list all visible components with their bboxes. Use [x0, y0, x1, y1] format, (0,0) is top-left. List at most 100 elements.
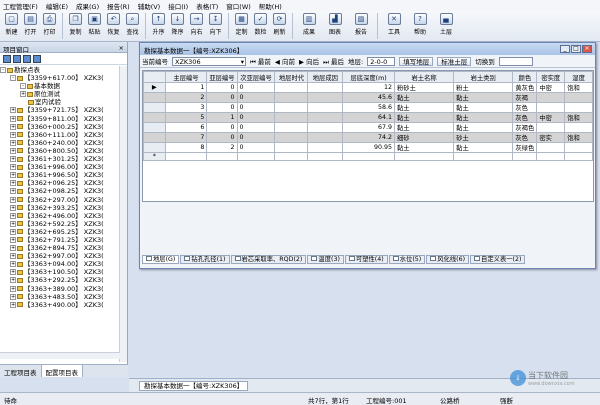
column-header[interactable]: 主层编号 [164, 71, 208, 83]
toolbar-button-chart[interactable]: ▟ 图表 [322, 13, 348, 36]
table-cell[interactable]: 黏土 [453, 102, 514, 113]
table-cell[interactable]: 粉土 [453, 82, 514, 93]
expand-icon[interactable]: + [10, 293, 16, 300]
expand-icon[interactable]: + [10, 228, 16, 235]
menu-item[interactable]: 编辑(E) [46, 1, 68, 11]
tree-node[interactable]: + 【3363+094.00】 XZK3( [0, 260, 120, 268]
expand-icon[interactable]: + [10, 204, 16, 211]
table-cell[interactable]: 中密 [536, 82, 566, 93]
table-cell[interactable]: 黏土 [453, 112, 514, 123]
tree-node[interactable]: - 【3359+617.00】 XZK3( [0, 74, 120, 82]
tab-config-table[interactable]: 配置项目表 [41, 365, 83, 377]
tree-node[interactable]: + 【3361+996.00】 XZK3( [0, 163, 120, 171]
close-window-icon[interactable]: × [582, 45, 592, 53]
tree-tool-icon[interactable] [13, 54, 21, 63]
tree-node[interactable]: + 【3363+389.00】 XZK3( [0, 285, 120, 293]
column-header[interactable]: 地层时代 [274, 71, 309, 83]
table-cell[interactable]: 2 [206, 142, 238, 153]
table-cell[interactable]: 0 [206, 122, 238, 133]
table-cell[interactable]: 1 [206, 112, 238, 123]
menu-item[interactable]: 工程管理(F) [3, 1, 38, 11]
tree-node[interactable]: + 【3359+721.75】 XZK3( [0, 106, 120, 114]
table-cell[interactable]: 饱和 [564, 132, 593, 143]
toolbar-button-print[interactable]: ⎙ 打印 [40, 13, 59, 36]
menu-item[interactable]: 接口(I) [168, 1, 188, 11]
table-cell[interactable]: 黏土 [393, 112, 455, 123]
table-cell[interactable] [274, 122, 309, 133]
row-header[interactable]: ▶ [143, 82, 166, 93]
toolbar-button-tools[interactable]: ✕ 工具 [381, 13, 407, 36]
table-cell[interactable] [536, 151, 566, 162]
tab-2[interactable]: 岩芯采取率、RQD(2) [230, 255, 307, 264]
table-cell[interactable]: 0 [236, 112, 276, 123]
expand-icon[interactable]: + [10, 156, 16, 163]
menu-item[interactable]: 辅助(V) [138, 1, 161, 11]
table-cell[interactable] [564, 122, 593, 133]
table-cell[interactable]: 灰褐色 [512, 122, 538, 133]
layer-input[interactable]: 2-0-0 [367, 56, 396, 66]
table-cell[interactable]: 45.6 [342, 92, 395, 103]
table-cell[interactable] [564, 102, 593, 113]
table-row[interactable]: ▶ 1 0 0 12 粉砂土 粉土 黄灰色 中密 饱和 [143, 82, 593, 93]
expand-icon[interactable]: + [10, 131, 16, 138]
table-cell[interactable]: 饱和 [564, 112, 593, 123]
collapse-icon[interactable]: - [20, 83, 26, 90]
table-cell[interactable] [307, 102, 344, 113]
table-cell[interactable]: 2 [164, 92, 208, 103]
table-cell[interactable]: 90.95 [342, 142, 395, 153]
table-cell[interactable]: 中密 [536, 112, 566, 123]
table-cell[interactable] [564, 151, 593, 162]
expand-icon[interactable]: + [10, 180, 16, 187]
table-cell[interactable]: 密实 [536, 132, 566, 143]
tree-node[interactable]: + 【3363+190.50】 XZK3( [0, 268, 120, 276]
tree-node[interactable]: + 【3362+393.25】 XZK3( [0, 204, 120, 212]
table-cell[interactable]: 灰色 [512, 102, 538, 113]
table-cell[interactable]: 黏土 [393, 92, 455, 103]
nav-prev-button[interactable]: ◀ 向前 [275, 56, 295, 66]
tree-node[interactable]: + 【3363+292.25】 XZK3( [0, 276, 120, 284]
column-header[interactable]: 湿度 [564, 71, 593, 83]
table-cell[interactable] [536, 102, 566, 113]
tree-node[interactable]: + 【3360+000.25】 XZK3( [0, 123, 120, 131]
table-cell[interactable] [453, 151, 514, 162]
table-cell[interactable]: 黄灰色 [512, 82, 538, 93]
table-cell[interactable]: 黏土 [393, 122, 455, 133]
table-cell[interactable] [564, 142, 593, 153]
tree-node[interactable]: + 【3362+297.00】 XZK3( [0, 196, 120, 204]
tree-horizontal-scrollbar[interactable] [0, 352, 120, 359]
table-cell[interactable]: 6 [164, 122, 208, 133]
toolbar-button-open[interactable]: ▤ 打开 [21, 13, 40, 36]
toolbar-button-sort-asc[interactable]: ↑ 升序 [149, 13, 168, 36]
table-cell[interactable]: 0 [236, 132, 276, 143]
table-row[interactable]: 6 0 0 67.9 黏土 黏土 灰褐色 [143, 122, 593, 133]
expand-icon[interactable]: + [10, 123, 16, 130]
toolbar-button-down[interactable]: ↧ 向下 [206, 13, 225, 36]
toolbar-button-refresh[interactable]: ⟳ 刷新 [270, 13, 289, 36]
table-cell[interactable]: 64.1 [342, 112, 395, 123]
column-header[interactable]: 岩土名称 [393, 71, 455, 83]
table-cell[interactable]: 58.6 [342, 102, 395, 113]
expand-icon[interactable]: + [10, 245, 16, 252]
table-row[interactable]: 7 0 0 74.2 细砂 砂土 灰色 密实 饱和 [143, 132, 593, 143]
close-icon[interactable]: × [119, 44, 124, 52]
toolbar-button-result[interactable]: ▥ 成果 [296, 13, 322, 36]
fill-layer-button[interactable]: 填写地层 [399, 56, 434, 66]
tab-7[interactable]: 自定义表一(2) [470, 255, 526, 264]
tree-node[interactable]: + 【3362+098.25】 XZK3( [0, 187, 120, 195]
table-cell[interactable]: 0 [236, 92, 276, 103]
column-header[interactable]: 地层成因 [307, 71, 344, 83]
table-cell[interactable] [307, 142, 344, 153]
expand-icon[interactable]: + [10, 196, 16, 203]
expand-icon[interactable]: + [10, 236, 16, 243]
table-cell[interactable] [393, 151, 455, 162]
tree-node[interactable]: + 【3361+301.25】 XZK3( [0, 155, 120, 163]
tree-tool-icon[interactable] [23, 54, 31, 63]
expand-icon[interactable]: + [10, 301, 16, 308]
toolbar-button-sort-desc[interactable]: ↓ 降序 [168, 13, 187, 36]
toolbar-button-soil[interactable]: ▄ 土层 [433, 13, 459, 36]
table-cell[interactable] [536, 122, 566, 133]
expand-icon[interactable]: + [10, 261, 16, 268]
nav-next-button[interactable]: ▶ 向后 [299, 56, 319, 66]
collapse-icon[interactable]: - [0, 67, 6, 73]
table-cell[interactable] [274, 92, 309, 103]
